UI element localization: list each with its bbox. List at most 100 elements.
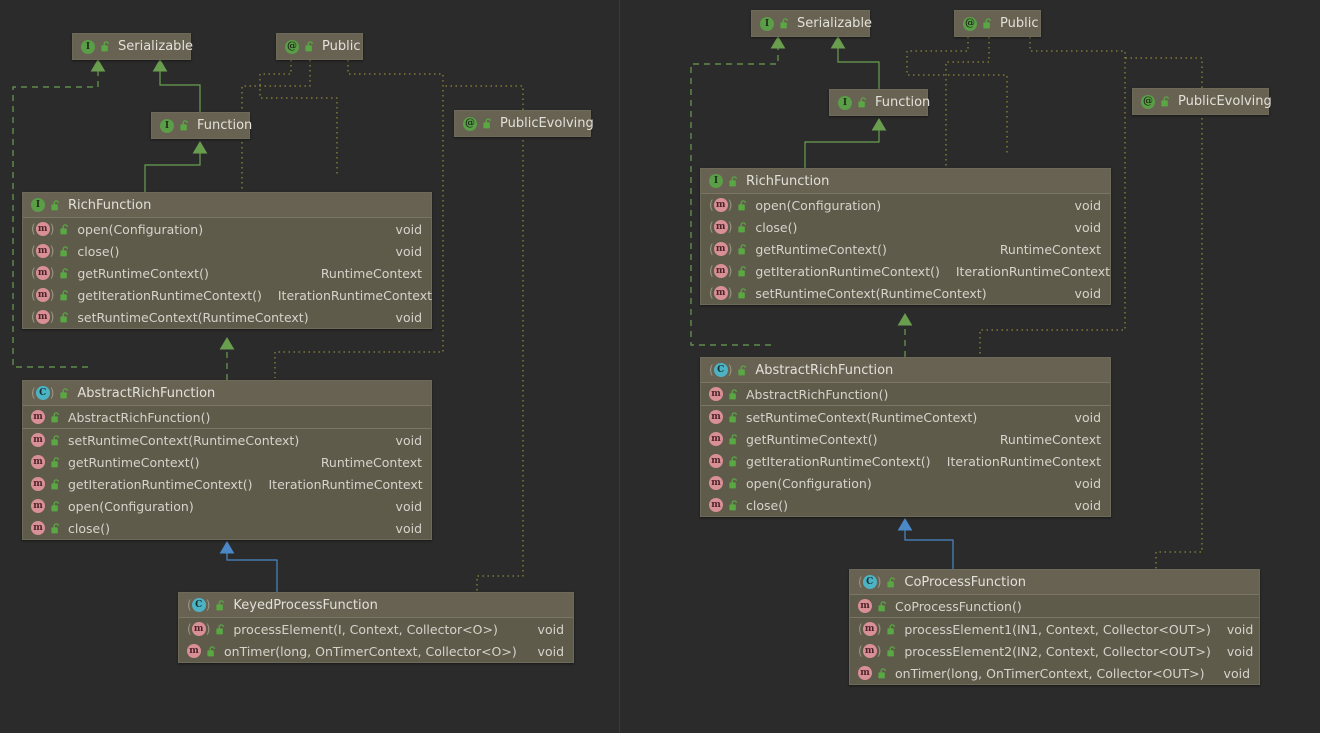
edge-arrowhead bbox=[871, 118, 887, 131]
method-icon-group: m bbox=[858, 666, 872, 680]
abstract-paren-left: ( bbox=[31, 310, 36, 324]
uml-node-left-function[interactable]: I Function bbox=[151, 112, 252, 139]
method-icon-group: m bbox=[709, 454, 723, 468]
uml-node-right-serializable[interactable]: I Serializable bbox=[751, 10, 873, 37]
uml-member-return-type: void bbox=[395, 243, 422, 259]
abstract-paren-right: ) bbox=[49, 266, 55, 280]
abstract-paren-left: ( bbox=[709, 242, 714, 256]
uml-member-row[interactable]: m getIterationRuntimeContext() IterationRu… bbox=[701, 450, 1110, 472]
uml-node-header[interactable]: @ Public bbox=[277, 34, 362, 59]
abstract-method-icon-group: (m) bbox=[187, 622, 210, 636]
uml-member-row[interactable]: (m) getRuntimeContext() RuntimeContext bbox=[701, 238, 1110, 260]
uml-node-title: Public bbox=[322, 39, 361, 54]
uml-member-row[interactable]: (m) setRuntimeContext(RuntimeContext) void bbox=[23, 306, 431, 328]
uml-node-right-function[interactable]: I Function bbox=[829, 89, 930, 116]
uml-node-right-publicevolving[interactable]: @ PublicEvolving bbox=[1132, 88, 1272, 115]
unlocked-padlock-icon bbox=[51, 434, 59, 445]
uml-node-header[interactable]: (C) KeyedProcessFunction bbox=[179, 593, 573, 618]
uml-node-header[interactable]: (C) AbstractRichFunction bbox=[23, 381, 431, 406]
method-icon: m bbox=[31, 521, 45, 535]
uml-member-row[interactable]: (m) getIterationRuntimeContext() Iteration… bbox=[23, 284, 432, 306]
interface-icon: I bbox=[81, 39, 95, 54]
uml-member-row[interactable]: m getIterationRuntimeContext() IterationRu… bbox=[23, 473, 431, 495]
abstract-paren-left: ( bbox=[187, 598, 192, 612]
uml-node-right-richfunction[interactable]: I RichFunction(m) open(Configuration) void(… bbox=[700, 168, 1111, 305]
annotation-icon: @ bbox=[463, 116, 477, 131]
uml-node-header[interactable]: I RichFunction bbox=[701, 169, 1110, 194]
annotation-icon: @ bbox=[1141, 94, 1155, 109]
method-icon-group: m bbox=[31, 499, 45, 513]
uml-node-header[interactable]: (C) CoProcessFunction bbox=[850, 570, 1259, 595]
uml-node-left-keyedprocessfunction[interactable]: (C) KeyedProcessFunction(m) processElement… bbox=[178, 592, 574, 663]
uml-member-row[interactable]: (m) getRuntimeContext() RuntimeContext bbox=[23, 262, 431, 284]
interface-icon: I bbox=[160, 118, 174, 133]
uml-member-row[interactable]: (m) getIterationRuntimeContext() Iteration… bbox=[701, 260, 1110, 282]
unlocked-padlock-icon bbox=[51, 456, 59, 467]
uml-member-row[interactable]: m onTimer(long, OnTimerContext, Collector… bbox=[179, 640, 573, 662]
uml-node-header[interactable]: @ Public bbox=[955, 11, 1040, 36]
uml-node-header[interactable]: @ PublicEvolving bbox=[455, 111, 594, 136]
abstract-paren-left: ( bbox=[709, 286, 714, 300]
abstract-method-icon-group: (m) bbox=[31, 244, 54, 258]
uml-node-right-public[interactable]: @ Public bbox=[954, 10, 1041, 37]
uml-member-row[interactable]: (m) close() void bbox=[23, 240, 431, 262]
uml-member-row[interactable]: (m) open(Configuration) void bbox=[23, 218, 431, 240]
abstract-paren-left: ( bbox=[31, 266, 36, 280]
uml-node-left-public[interactable]: @ Public bbox=[276, 33, 363, 60]
unlocked-padlock-icon bbox=[738, 287, 747, 298]
uml-member-row[interactable]: (m) processElement2(IN2, Context, Collect… bbox=[850, 640, 1259, 662]
panel-divider bbox=[619, 0, 620, 733]
uml-member-signature: getIterationRuntimeContext() bbox=[755, 263, 940, 279]
uml-node-header[interactable]: (C) AbstractRichFunction bbox=[701, 358, 1110, 383]
method-icon: m bbox=[709, 387, 723, 401]
unlocked-padlock-icon bbox=[216, 623, 225, 634]
uml-node-right-coprocessfunction[interactable]: (C) CoProcessFunction m CoProcessFunction()… bbox=[849, 569, 1260, 685]
abstract-method-icon-group: (m) bbox=[709, 198, 732, 212]
uml-node-left-abstractrichfunction[interactable]: (C) AbstractRichFunction m AbstractRichFunc… bbox=[22, 380, 432, 540]
uml-member-row[interactable]: (m) close() void bbox=[701, 216, 1110, 238]
uml-member-row[interactable]: m onTimer(long, OnTimerContext, Collector… bbox=[850, 662, 1259, 684]
interface-icon-group: I bbox=[838, 95, 852, 110]
uml-node-left-publicevolving[interactable]: @ PublicEvolving bbox=[454, 110, 594, 137]
abstract-paren-right: ) bbox=[727, 220, 733, 234]
edge-r-publicevolving-down-coprocess bbox=[1155, 118, 1203, 569]
uml-member-row[interactable]: m CoProcessFunction() bbox=[850, 595, 1259, 617]
uml-member-return-type: RuntimeContext bbox=[320, 265, 422, 281]
uml-member-signature: open(Configuration) bbox=[746, 475, 872, 491]
uml-member-row[interactable]: (m) setRuntimeContext(RuntimeContext) void bbox=[701, 282, 1110, 304]
method-icon: m bbox=[187, 644, 201, 658]
uml-node-right-abstractrichfunction[interactable]: (C) AbstractRichFunction m AbstractRichFunc… bbox=[700, 357, 1111, 517]
uml-member-row[interactable]: m open(Configuration) void bbox=[701, 472, 1110, 494]
uml-node-left-serializable[interactable]: I Serializable bbox=[72, 33, 193, 60]
uml-node-title: Serializable bbox=[797, 16, 873, 31]
uml-member-row[interactable]: m close() void bbox=[23, 517, 431, 539]
interface-icon-group: I bbox=[81, 39, 95, 54]
uml-node-header[interactable]: I Function bbox=[830, 90, 930, 115]
uml-node-header[interactable]: I RichFunction bbox=[23, 193, 431, 218]
uml-member-row[interactable]: m setRuntimeContext(RuntimeContext) void bbox=[23, 429, 431, 451]
uml-member-row[interactable]: m close() void bbox=[701, 494, 1110, 516]
abstract-paren-right: ) bbox=[49, 288, 55, 302]
uml-member-row[interactable]: m AbstractRichFunction() bbox=[701, 383, 1110, 405]
uml-member-row[interactable]: (m) processElement1(IN1, Context, Collect… bbox=[850, 618, 1259, 640]
uml-node-header[interactable]: I Serializable bbox=[752, 11, 873, 36]
uml-member-signature: getRuntimeContext() bbox=[68, 454, 200, 470]
uml-member-signature: processElement1(IN1, Context, Collector<… bbox=[904, 621, 1211, 637]
uml-member-row[interactable]: (m) open(Configuration) void bbox=[701, 194, 1110, 216]
uml-node-header[interactable]: I Serializable bbox=[73, 34, 193, 59]
uml-member-row[interactable]: m AbstractRichFunction() bbox=[23, 406, 431, 428]
uml-member-row[interactable]: m getRuntimeContext() RuntimeContext bbox=[23, 451, 431, 473]
uml-node-header[interactable]: @ PublicEvolving bbox=[1133, 89, 1272, 114]
uml-member-signature: getIterationRuntimeContext() bbox=[77, 287, 262, 303]
uml-member-section: m setRuntimeContext(RuntimeContext) void m g… bbox=[23, 428, 431, 539]
uml-member-row[interactable]: m setRuntimeContext(RuntimeContext) void bbox=[701, 406, 1110, 428]
uml-member-row[interactable]: m open(Configuration) void bbox=[23, 495, 431, 517]
unlocked-padlock-icon bbox=[887, 645, 896, 656]
unlocked-padlock-icon bbox=[60, 311, 69, 322]
uml-member-row[interactable]: (m) processElement(I, Context, Collector<… bbox=[179, 618, 573, 640]
uml-member-row[interactable]: m getRuntimeContext() RuntimeContext bbox=[701, 428, 1110, 450]
method-icon: m bbox=[709, 410, 723, 424]
unlocked-padlock-icon bbox=[1161, 96, 1169, 107]
uml-node-header[interactable]: I Function bbox=[152, 113, 252, 138]
uml-node-left-richfunction[interactable]: I RichFunction(m) open(Configuration) void(… bbox=[22, 192, 432, 329]
